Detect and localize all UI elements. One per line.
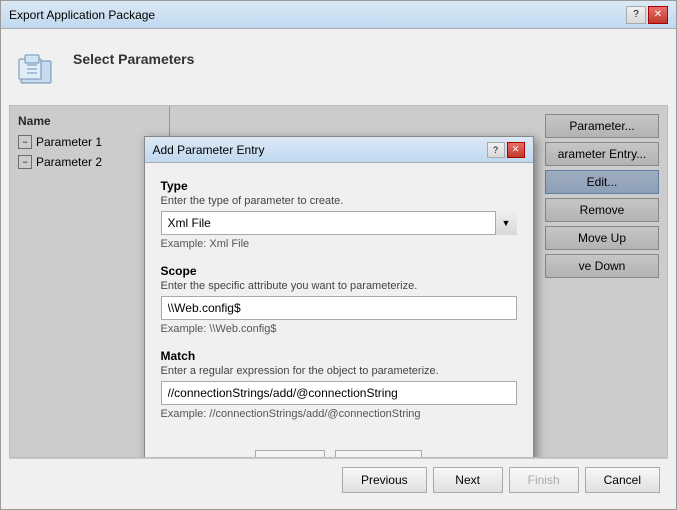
match-input[interactable] xyxy=(162,382,516,404)
modal-title: Add Parameter Entry xyxy=(153,143,485,157)
modal-content: Type Enter the type of parameter to crea… xyxy=(145,163,533,458)
type-description: Enter the type of parameter to create. xyxy=(161,195,517,207)
scope-input-wrapper xyxy=(161,296,517,320)
modal-dialog: Add Parameter Entry ? ✕ Type Enter the t… xyxy=(144,136,534,458)
match-description: Enter a regular expression for the objec… xyxy=(161,365,517,377)
scope-label: Scope xyxy=(161,264,517,278)
modal-close-button[interactable]: ✕ xyxy=(507,142,525,158)
outer-close-button[interactable]: ✕ xyxy=(648,6,668,24)
app-icon xyxy=(13,45,61,93)
scope-description: Enter the specific attribute you want to… xyxy=(161,280,517,292)
previous-button[interactable]: Previous xyxy=(342,467,427,493)
modal-help-button[interactable]: ? xyxy=(487,142,505,158)
scope-section: Scope Enter the specific attribute you w… xyxy=(161,264,517,335)
type-select[interactable]: Xml File xyxy=(161,211,517,235)
finish-button[interactable]: Finish xyxy=(509,467,579,493)
scope-input[interactable] xyxy=(162,297,516,319)
type-select-wrapper: Xml File ▼ xyxy=(161,211,517,235)
match-input-wrapper xyxy=(161,381,517,405)
next-button[interactable]: Next xyxy=(433,467,503,493)
modal-actions: OK Cancel xyxy=(161,440,517,458)
type-section: Type Enter the type of parameter to crea… xyxy=(161,179,517,250)
cancel-button[interactable]: Cancel xyxy=(585,467,660,493)
modal-titlebar: Add Parameter Entry ? ✕ xyxy=(145,137,533,163)
type-label: Type xyxy=(161,179,517,193)
match-section: Match Enter a regular expression for the… xyxy=(161,349,517,420)
cancel-modal-button[interactable]: Cancel xyxy=(335,450,422,458)
page-title: Select Parameters xyxy=(73,45,194,67)
outer-window: Export Application Package ? ✕ Select Pa… xyxy=(0,0,677,510)
main-panel: Name − Parameter 1 − Parameter 2 Paramet… xyxy=(9,105,668,458)
outer-titlebar: Export Application Package ? ✕ xyxy=(1,1,676,29)
match-label: Match xyxy=(161,349,517,363)
modal-overlay: Add Parameter Entry ? ✕ Type Enter the t… xyxy=(10,106,667,457)
outer-help-button[interactable]: ? xyxy=(626,6,646,24)
outer-content: Select Parameters Name − Parameter 1 − P… xyxy=(1,29,676,509)
ok-button[interactable]: OK xyxy=(255,450,325,458)
outer-header: Select Parameters xyxy=(9,37,668,101)
bottom-navigation: Previous Next Finish Cancel xyxy=(9,458,668,501)
outer-window-title: Export Application Package xyxy=(9,8,624,22)
match-example: Example: //connectionStrings/add/@connec… xyxy=(161,408,517,420)
scope-example: Example: \\Web.config$ xyxy=(161,323,517,335)
type-example: Example: Xml File xyxy=(161,238,517,250)
